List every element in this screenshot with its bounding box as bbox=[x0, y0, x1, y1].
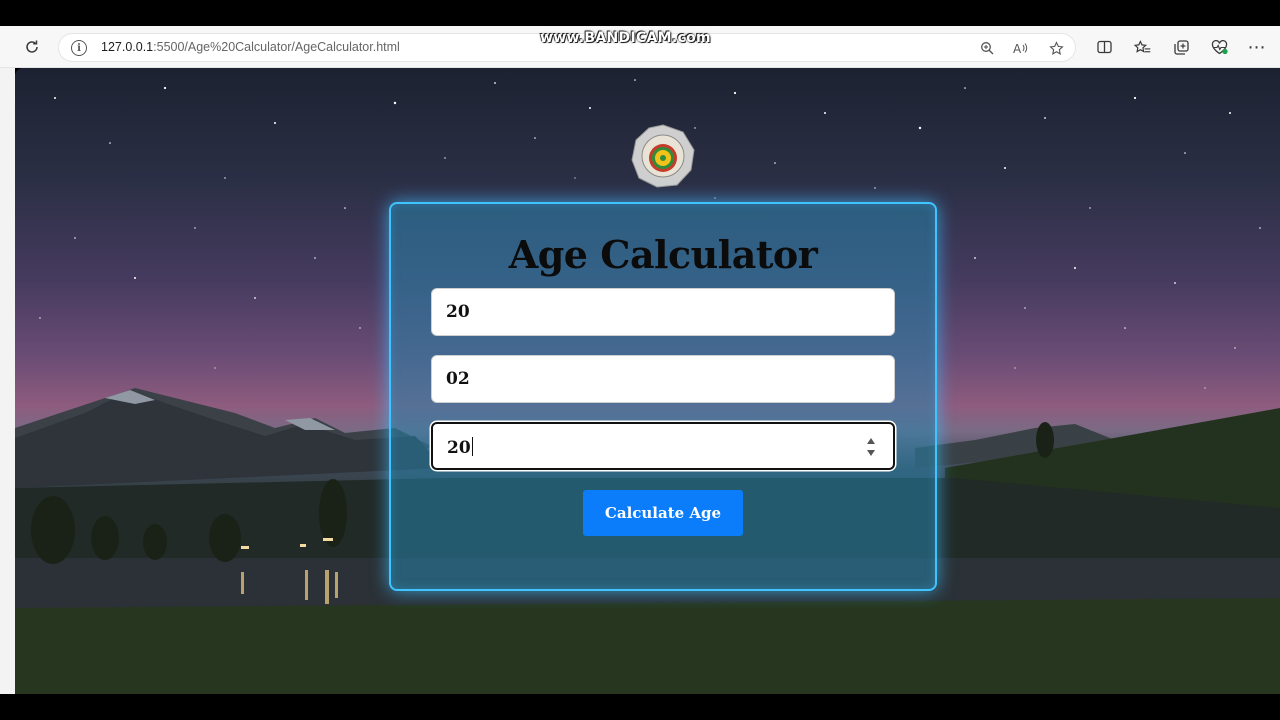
calculate-age-button[interactable]: Calculate Age bbox=[583, 490, 743, 536]
url-host: 127.0.0.1 bbox=[101, 40, 154, 54]
page-viewport: Age Calculator 20 02 20 Calculate Age bbox=[15, 68, 1280, 694]
year-input-value-wrap: 20 bbox=[447, 437, 473, 458]
svg-text:A: A bbox=[1013, 42, 1022, 55]
year-input[interactable]: 20 bbox=[431, 422, 895, 470]
number-spinner[interactable] bbox=[865, 438, 877, 456]
page-title: Age Calculator bbox=[508, 232, 818, 277]
more-icon[interactable]: ⋯ bbox=[1245, 35, 1269, 59]
age-calculator-card: Age Calculator 20 02 20 Calculate Age bbox=[389, 202, 937, 591]
url-path: :5500/Age%20Calculator/AgeCalculator.htm… bbox=[153, 40, 400, 54]
heart-pulse-icon[interactable] bbox=[1207, 35, 1231, 59]
spinner-up-icon[interactable] bbox=[867, 438, 875, 444]
info-icon[interactable]: i bbox=[71, 40, 87, 56]
month-input[interactable]: 02 bbox=[431, 355, 895, 403]
letterbox-bottom bbox=[0, 694, 1280, 720]
day-input[interactable]: 20 bbox=[431, 288, 895, 336]
year-input-value: 20 bbox=[447, 438, 471, 458]
text-caret bbox=[471, 437, 473, 456]
split-screen-icon[interactable] bbox=[1092, 35, 1116, 59]
sidebar-strip bbox=[0, 68, 15, 694]
letterbox-top bbox=[0, 0, 1280, 26]
star-icon[interactable] bbox=[1046, 38, 1066, 58]
month-input-value: 02 bbox=[446, 369, 470, 389]
zoom-icon[interactable] bbox=[977, 38, 997, 58]
read-aloud-icon[interactable]: A bbox=[1011, 38, 1031, 58]
spinner-down-icon[interactable] bbox=[867, 450, 875, 456]
collections-icon[interactable] bbox=[1169, 35, 1193, 59]
refresh-icon[interactable] bbox=[20, 35, 44, 59]
recorder-watermark: www.BANDICAM.com bbox=[540, 30, 711, 46]
logo-badge bbox=[631, 124, 695, 188]
url-text[interactable]: 127.0.0.1:5500/Age%20Calculator/AgeCalcu… bbox=[101, 40, 400, 54]
day-input-value: 20 bbox=[446, 302, 470, 322]
favorites-list-icon[interactable] bbox=[1130, 35, 1154, 59]
